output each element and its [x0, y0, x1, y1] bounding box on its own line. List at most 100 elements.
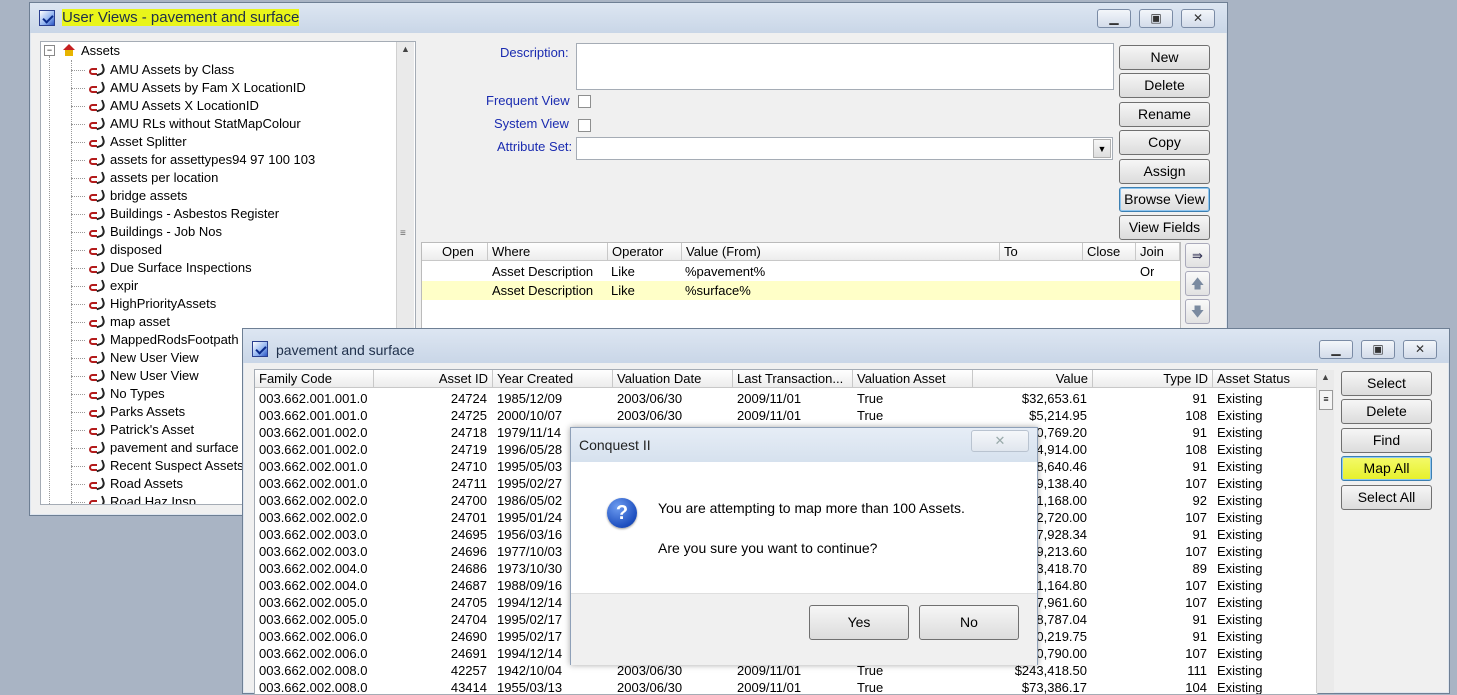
col-close[interactable]: Close — [1083, 243, 1136, 261]
tree-item[interactable]: assets per location — [88, 169, 218, 187]
collapse-icon[interactable]: − — [44, 45, 55, 56]
results-title-bar[interactable]: pavement and surface ▁ ▣ ✕ — [243, 329, 1449, 363]
cell-value: $5,214.95 — [1029, 408, 1087, 423]
frequent-view-checkbox[interactable] — [578, 95, 591, 108]
tree-item[interactable]: bridge assets — [88, 187, 187, 205]
view-fields-button[interactable]: View Fields — [1119, 215, 1210, 240]
cell-asset-id: 24690 — [450, 629, 487, 644]
tree-item[interactable]: Buildings - Job Nos — [88, 223, 222, 241]
window-title: User Views - pavement and surface — [62, 9, 300, 26]
tree-item-label: Road Haz Insp — [110, 494, 196, 505]
new-button[interactable]: New — [1119, 45, 1210, 70]
tree-item[interactable]: AMU RLs without StatMapColour — [88, 115, 301, 133]
delete-button[interactable]: Delete — [1341, 399, 1432, 424]
criteria-row-selected[interactable]: Asset Description Like %surface% — [422, 281, 1180, 300]
chevron-down-icon[interactable]: ▼ — [1093, 139, 1111, 158]
cell-last-tx: 2009/11/01 — [737, 680, 802, 695]
select-button[interactable]: Select — [1341, 371, 1432, 396]
copy-button[interactable]: Copy — [1119, 130, 1210, 155]
tree-item[interactable]: pavement and surface — [88, 439, 239, 457]
view-icon — [88, 119, 104, 129]
dialog-close-button[interactable]: ✕ — [971, 430, 1029, 452]
cell-family: 003.662.002.005.0... — [259, 612, 368, 627]
col-last-tx[interactable]: Last Transaction... — [733, 370, 853, 388]
tree-item[interactable]: Road Assets — [88, 475, 183, 493]
table-row[interactable]: 003.662.001.001.0... 24724 1985/12/09 2003/… — [255, 390, 1317, 407]
col-to[interactable]: To — [1000, 243, 1083, 261]
map-all-button[interactable]: Map All — [1341, 456, 1432, 481]
select-all-button[interactable]: Select All — [1341, 485, 1432, 510]
results-title: pavement and surface — [276, 342, 415, 358]
minimize-button[interactable]: ▁ — [1097, 9, 1131, 28]
tree-item[interactable]: Due Surface Inspections — [88, 259, 252, 277]
tree-item[interactable]: expir — [88, 277, 138, 295]
col-open[interactable]: Open — [422, 243, 488, 261]
criteria-grid[interactable]: Open Where Operator Value (From) To Clos… — [421, 242, 1181, 330]
tree-item[interactable]: disposed — [88, 241, 162, 259]
cell-asset-id: 24718 — [450, 425, 487, 440]
view-icon — [88, 407, 104, 417]
criteria-row[interactable]: Asset Description Like %pavement% Or — [422, 262, 1180, 281]
browse-view-button[interactable]: Browse View — [1119, 187, 1210, 212]
cell-family: 003.662.002.008.0... — [259, 680, 368, 695]
tree-root-label[interactable]: Assets — [81, 43, 120, 58]
yes-button[interactable]: Yes — [809, 605, 909, 640]
description-field[interactable] — [576, 43, 1114, 90]
col-family[interactable]: Family Code — [255, 370, 374, 388]
tree-item[interactable]: AMU Assets by Class — [88, 61, 234, 79]
tree-item[interactable]: Recent Suspect Assets — [88, 457, 244, 475]
col-where[interactable]: Where — [488, 243, 608, 261]
tree-item[interactable]: AMU Assets by Fam X LocationID — [88, 79, 306, 97]
tree-item[interactable]: New User View — [88, 367, 199, 385]
tree-item[interactable]: map asset — [88, 313, 170, 331]
tree-item[interactable]: Asset Splitter — [88, 133, 187, 151]
find-button[interactable]: Find — [1341, 428, 1432, 453]
delete-view-button[interactable]: Delete — [1119, 73, 1210, 98]
cell-status: Existing — [1217, 510, 1263, 525]
title-bar[interactable]: User Views - pavement and surface ▁ ▣ ✕ — [30, 3, 1227, 33]
col-year[interactable]: Year Created — [493, 370, 613, 388]
col-join[interactable]: Join — [1136, 243, 1180, 261]
col-value[interactable]: Value (From) — [682, 243, 1000, 261]
close-button[interactable]: ✕ — [1403, 340, 1437, 359]
tree-item[interactable]: Road Haz Insp — [88, 493, 196, 505]
assign-button[interactable]: Assign — [1119, 159, 1210, 184]
tree-item[interactable]: AMU Assets X LocationID — [88, 97, 259, 115]
view-icon — [88, 461, 104, 471]
tree-item[interactable]: MappedRodsFootpath — [88, 331, 239, 349]
tree-item-label: AMU Assets by Fam X LocationID — [110, 80, 306, 95]
dialog-title-bar[interactable]: Conquest II ✕ — [571, 428, 1037, 462]
col-type-id[interactable]: Type ID — [1093, 370, 1213, 388]
rename-button[interactable]: Rename — [1119, 102, 1210, 127]
col-valuation-date[interactable]: Valuation Date — [613, 370, 733, 388]
tree-item[interactable]: assets for assettypes94 97 100 103 — [88, 151, 315, 169]
tree-item-label: Patrick's Asset — [110, 422, 195, 437]
tree-item-label: Buildings - Job Nos — [110, 224, 222, 239]
move-up-icon[interactable]: 🡅 — [1185, 271, 1210, 296]
table-row[interactable]: 003.662.002.008.0... 43414 1955/03/13 2003/… — [255, 679, 1317, 695]
system-view-checkbox[interactable] — [578, 119, 591, 132]
tree-item[interactable]: HighPriorityAssets — [88, 295, 216, 313]
maximize-button[interactable]: ▣ — [1361, 340, 1395, 359]
table-row[interactable]: 003.662.001.001.0... 24725 2000/10/07 2003/… — [255, 407, 1317, 424]
results-scrollbar[interactable]: ▲ ≡ — [1316, 370, 1334, 693]
close-button[interactable]: ✕ — [1181, 9, 1215, 28]
tree-connector — [71, 178, 85, 179]
tree-item-label: HighPriorityAssets — [110, 296, 217, 311]
minimize-button[interactable]: ▁ — [1319, 340, 1353, 359]
tree-item[interactable]: Parks Assets — [88, 403, 185, 421]
no-button[interactable]: No — [919, 605, 1019, 640]
col-valuation-asset[interactable]: Valuation Asset — [853, 370, 973, 388]
col-operator[interactable]: Operator — [608, 243, 682, 261]
maximize-button[interactable]: ▣ — [1139, 9, 1173, 28]
tree-item[interactable]: No Types — [88, 385, 165, 403]
col-status[interactable]: Asset Status — [1213, 370, 1317, 388]
tree-item[interactable]: Patrick's Asset — [88, 421, 194, 439]
move-down-icon[interactable]: 🡇 — [1185, 299, 1210, 324]
col-value[interactable]: Value — [973, 370, 1093, 388]
tree-item[interactable]: New User View — [88, 349, 199, 367]
insert-row-icon[interactable]: ⇛ — [1185, 243, 1210, 268]
tree-item[interactable]: Buildings - Asbestos Register — [88, 205, 279, 223]
col-asset-id[interactable]: Asset ID — [374, 370, 493, 388]
attribute-set-select[interactable]: ▼ — [576, 137, 1113, 160]
